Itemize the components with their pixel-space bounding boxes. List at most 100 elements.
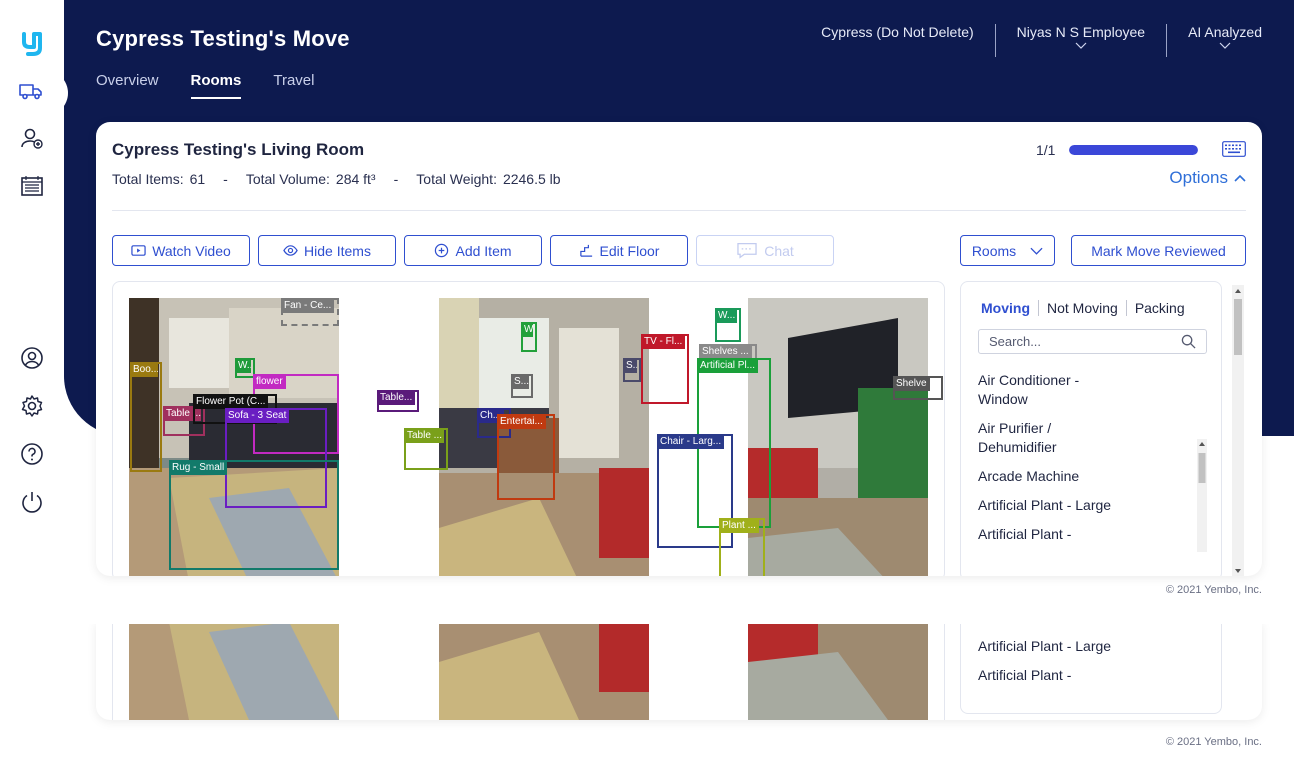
add-item-button[interactable]: Add Item <box>404 235 542 266</box>
tab-rooms[interactable]: Rooms <box>190 72 242 99</box>
item-list-panel-lower: Artificial Plant - Large Artificial Plan… <box>960 624 1222 714</box>
detection-label: Table ... <box>404 428 444 443</box>
rooms-dropdown[interactable]: Rooms <box>960 235 1055 266</box>
sidebar-item-settings[interactable] <box>14 390 50 426</box>
list-item[interactable]: Artificial Plant - Large <box>978 632 1118 661</box>
copyright: © 2021 Yembo, Inc. <box>1165 736 1262 748</box>
tab-moving[interactable]: Moving <box>981 300 1038 316</box>
mark-reviewed-label: Mark Move Reviewed <box>1091 242 1226 259</box>
chat-label: Chat <box>764 242 794 259</box>
list-item[interactable]: Air Purifier / Dehumidifier <box>978 414 1118 462</box>
room-card: Cypress Testing's Living Room Total Item… <box>96 122 1262 576</box>
search-icon <box>1181 334 1196 349</box>
detection-box[interactable]: W... <box>235 358 255 378</box>
divider <box>112 210 1246 211</box>
status-menu[interactable]: AI Analyzed <box>1166 24 1262 57</box>
total-volume-label: Total Volume: <box>245 171 330 187</box>
floor-plan-icon <box>579 244 592 257</box>
detection-label: Shelve <box>893 376 930 391</box>
yembo-logo[interactable] <box>22 28 42 58</box>
user-name: Niyas N S Employee <box>1016 24 1146 40</box>
power-icon <box>20 490 44 519</box>
detection-label: W... <box>521 322 533 337</box>
edit-floor-label: Edit Floor <box>599 242 660 259</box>
sidebar-item-help[interactable] <box>14 438 50 474</box>
plus-circle-icon <box>435 243 449 258</box>
tab-packing[interactable]: Packing <box>1125 300 1193 316</box>
analysis-status: AI Analyzed <box>1188 24 1262 40</box>
detection-box[interactable]: Fan - Ce... <box>281 298 339 326</box>
stats-separator: - <box>223 171 228 187</box>
item-search-input[interactable]: Search... <box>978 329 1207 354</box>
detection-box[interactable]: Plant ... <box>719 518 765 576</box>
detection-box[interactable]: S... <box>623 358 641 382</box>
list-item[interactable]: Air Conditioner - Window <box>978 366 1118 414</box>
chat-icon <box>737 242 757 259</box>
sidebar-item-calendar[interactable] <box>14 170 50 206</box>
detection-box[interactable]: Boo... <box>130 362 162 472</box>
options-label: Options <box>1169 168 1228 187</box>
chat-button[interactable]: Chat <box>696 235 834 266</box>
detection-label: TV - Fl... <box>641 334 685 349</box>
list-item[interactable]: Arcade Machine <box>978 462 1118 491</box>
room-photo <box>748 298 928 576</box>
watch-video-label: Watch Video <box>152 242 231 259</box>
eye-icon <box>283 245 298 256</box>
detection-box[interactable]: TV - Fl... <box>641 334 689 404</box>
room-photo <box>129 624 339 720</box>
item-status-tabs: Moving Not Moving Packing <box>981 300 1193 316</box>
item-list[interactable]: Air Conditioner - Window Air Purifier / … <box>978 366 1207 552</box>
detection-label: Shelves ... <box>699 344 752 359</box>
detection-label: Flower Pot (C... <box>193 394 269 409</box>
video-frames-viewer-lower <box>112 624 945 720</box>
total-items-label: Total Items: <box>112 171 184 187</box>
rooms-label: Rooms <box>971 242 1017 259</box>
detection-box[interactable]: Rug - Small <box>169 460 339 570</box>
tab-travel[interactable]: Travel <box>273 72 314 99</box>
detection-label: flower <box>253 374 286 389</box>
chevron-up-icon <box>1234 174 1246 182</box>
watch-video-button[interactable]: Watch Video <box>112 235 250 266</box>
total-volume-value: 284 ft³ <box>335 171 376 187</box>
tab-not-moving[interactable]: Not Moving <box>1038 300 1126 316</box>
chevron-down-icon <box>1075 42 1087 49</box>
detection-label: S... <box>623 358 637 373</box>
sidebar-item-add-user[interactable] <box>14 122 50 158</box>
detection-box[interactable]: Shelve <box>893 376 943 400</box>
detection-box[interactable]: S... <box>511 374 533 398</box>
detection-box[interactable]: Entertai... <box>497 414 555 500</box>
page-title: Cypress Testing's Move <box>96 26 350 51</box>
video-frames-viewer[interactable]: Fan - Ce...Boo...W...flowerTable ...Flow… <box>112 281 945 576</box>
mark-move-reviewed-button[interactable]: Mark Move Reviewed <box>1071 235 1246 266</box>
room-progress-bar <box>1069 145 1198 155</box>
keyboard-icon[interactable] <box>1222 141 1246 157</box>
hide-items-button[interactable]: Hide Items <box>258 235 396 266</box>
sidebar <box>0 0 68 768</box>
detection-box[interactable]: W... <box>715 308 741 342</box>
list-item[interactable]: Artificial Plant - <box>978 520 1118 549</box>
detection-box[interactable]: Table ... <box>404 428 448 470</box>
video-frame-3[interactable] <box>748 298 928 576</box>
hide-items-label: Hide Items <box>304 242 371 259</box>
item-list-panel: Moving Not Moving Packing Search... Air … <box>960 281 1222 576</box>
sidebar-item-account[interactable] <box>14 342 50 378</box>
detection-label: Chair - Larg... <box>657 434 725 449</box>
sidebar-item-logout[interactable] <box>14 486 50 522</box>
options-toggle[interactable]: Options <box>1169 168 1246 188</box>
detection-label: W... <box>235 358 251 373</box>
room-card-lower: Artificial Plant - Large Artificial Plan… <box>96 624 1262 720</box>
list-item[interactable]: Artificial Plant - <box>978 661 1118 690</box>
detection-box[interactable]: W... <box>521 322 537 352</box>
detection-label: Boo... <box>130 362 158 377</box>
list-item[interactable]: Artificial Plant - Large <box>978 491 1118 520</box>
edit-floor-button[interactable]: Edit Floor <box>550 235 688 266</box>
sidebar-item-moves[interactable] <box>0 70 68 116</box>
user-menu[interactable]: Niyas N S Employee <box>994 24 1166 57</box>
room-title: Cypress Testing's Living Room <box>112 140 365 159</box>
detection-box[interactable]: Table... <box>377 390 419 412</box>
page-scrollbar[interactable] <box>1232 285 1244 576</box>
truck-icon <box>19 79 43 108</box>
item-list-scrollbar[interactable] <box>1197 439 1207 552</box>
company-name: Cypress (Do Not Delete) <box>821 24 974 40</box>
tab-overview[interactable]: Overview <box>96 72 159 99</box>
